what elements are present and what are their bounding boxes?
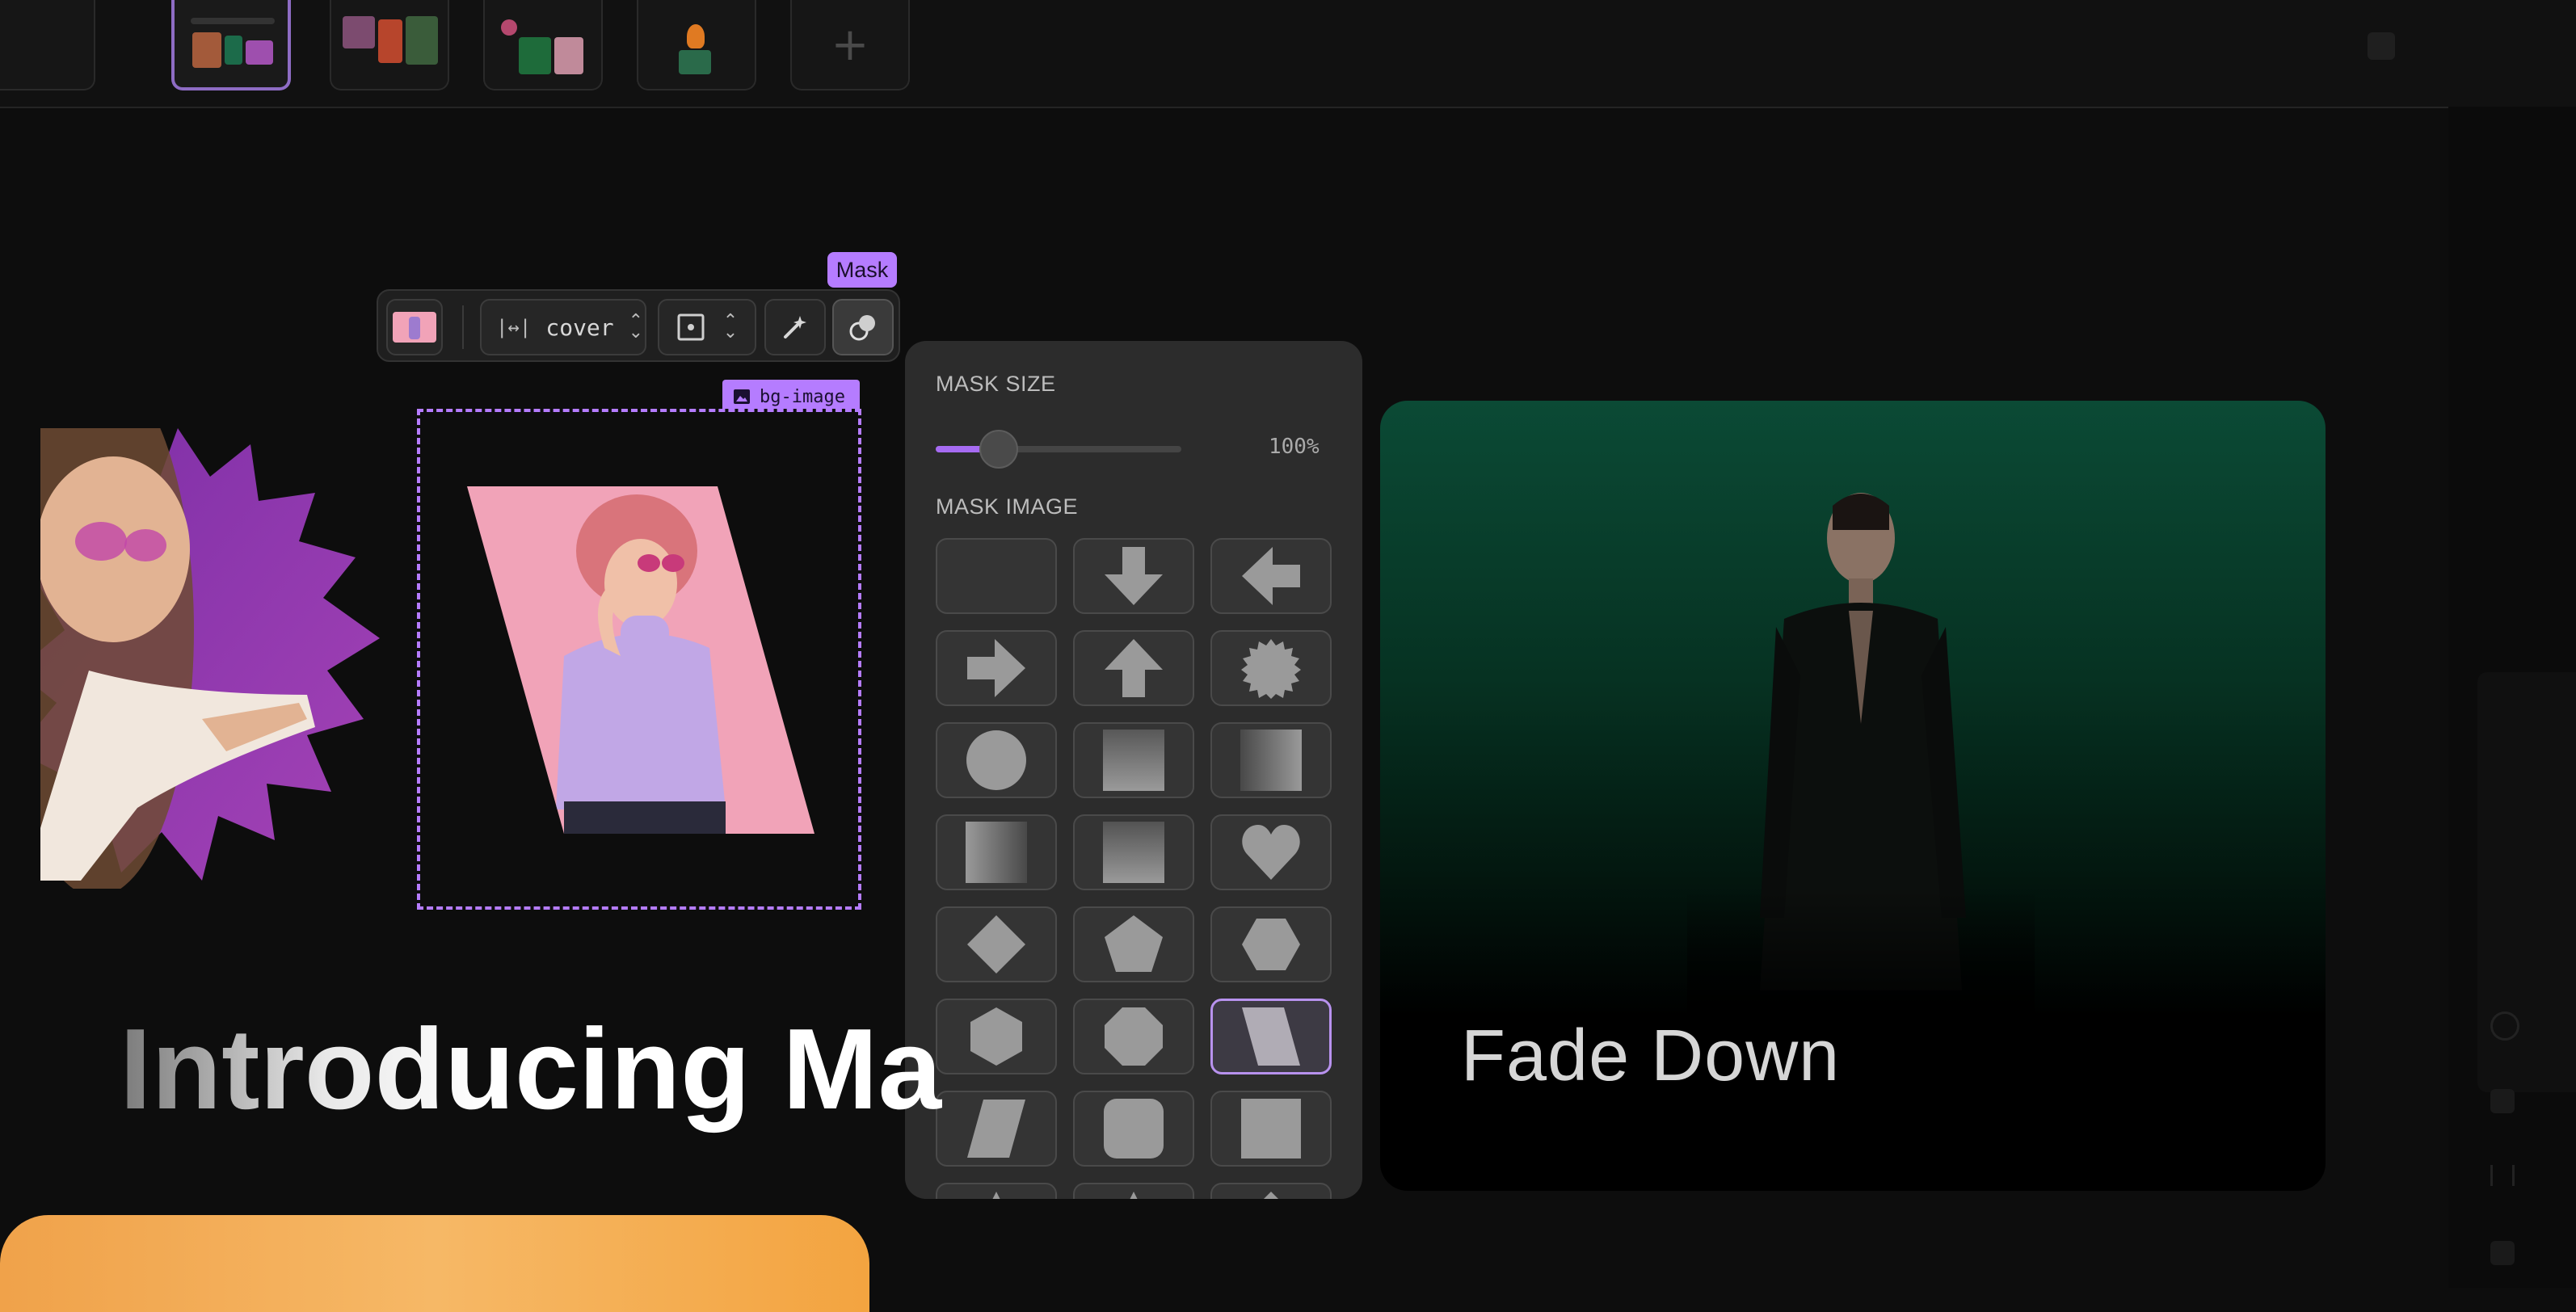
mask-option-gradient-left[interactable] — [936, 814, 1057, 890]
mask-option-triangle[interactable] — [936, 1183, 1057, 1199]
mask-size-value: 100% — [1269, 435, 1320, 459]
mask-option-parallelogram-left[interactable] — [936, 1091, 1057, 1167]
position-center-icon — [677, 313, 705, 341]
slide-thumbnail-4[interactable] — [483, 0, 603, 90]
gradient-fade-right-icon — [1240, 730, 1302, 791]
mask-tooltip: Mask — [827, 252, 897, 288]
heart-icon — [1242, 825, 1300, 880]
arrow-up-icon — [1105, 639, 1163, 697]
panel-toggle-icon[interactable] — [2368, 32, 2395, 60]
orange-shape[interactable] — [0, 1215, 869, 1312]
arrow-left-icon — [1242, 547, 1300, 605]
rounded-square-icon — [1104, 1099, 1164, 1159]
image-toolbar: |↔| cover ⌃ ⌄ ⌃ ⌄ — [377, 289, 900, 362]
circle-icon — [966, 730, 1026, 790]
gradient-fade-down-icon — [1103, 730, 1164, 791]
mask-option-gradient-right[interactable] — [1210, 722, 1332, 798]
card-title: Fade Down — [1461, 1016, 1841, 1096]
mask-option-gradient-top[interactable] — [1073, 722, 1194, 798]
toolbar-divider — [462, 305, 464, 349]
mask-option-octagon[interactable] — [1073, 999, 1194, 1074]
mask-option-triangle-2[interactable] — [1073, 1183, 1194, 1199]
chevron-updown-icon: ⌃ ⌄ — [628, 311, 644, 343]
image-icon — [734, 389, 750, 404]
mask-popover: MASK SIZE 100% MASK IMAGE — [905, 341, 1362, 1199]
slide-thumbnail-2[interactable] — [171, 0, 291, 90]
mask-button[interactable] — [832, 299, 894, 355]
model-photo — [1687, 465, 2035, 1031]
mask-option-arrow-left[interactable] — [1210, 538, 1332, 614]
triangle-icon — [1130, 1192, 1138, 1199]
gradient-fade-left-icon — [966, 822, 1027, 883]
mask-option-diamond[interactable] — [936, 906, 1057, 982]
fade-down-card[interactable]: Fade Down — [1380, 401, 2326, 1191]
slide-thumbnail-3[interactable] — [330, 0, 449, 90]
triangle-icon — [992, 1192, 1000, 1199]
image-icon — [2490, 1089, 2515, 1113]
add-slide-button[interactable]: + — [790, 0, 910, 90]
mask-option-arrow-down[interactable] — [1073, 538, 1194, 614]
layer-icon — [2490, 1241, 2515, 1265]
gradient-fade-up-icon — [1103, 822, 1164, 883]
octagon-icon — [1105, 1007, 1163, 1066]
mask-icon — [849, 315, 875, 341]
arrow-down-icon — [1105, 547, 1163, 605]
globe-icon — [2490, 1011, 2519, 1041]
mask-option-burst[interactable] — [1210, 630, 1332, 706]
position-select[interactable]: ⌃ ⌄ — [658, 299, 756, 355]
hexagon-vertical-icon — [970, 1007, 1022, 1066]
mask-size-slider-handle[interactable] — [979, 430, 1018, 469]
diamond-icon — [967, 915, 1025, 973]
mask-option-arrow-right[interactable] — [936, 630, 1057, 706]
mask-option-arrow-head[interactable] — [1210, 1183, 1332, 1199]
plus-icon: + — [831, 18, 869, 71]
image-thumbnail-button[interactable] — [386, 299, 443, 355]
pentagon-icon — [1105, 915, 1163, 972]
mask-option-hexagon-pointy[interactable] — [936, 999, 1057, 1074]
parallelogram-icon — [1242, 1007, 1300, 1066]
properties-panel — [2448, 107, 2576, 1288]
slide-thumbnail-5[interactable] — [637, 0, 756, 90]
fit-width-icon: |↔| — [496, 316, 532, 339]
mask-option-hexagon-flat[interactable] — [1210, 906, 1332, 982]
masked-image[interactable] — [467, 486, 814, 834]
mask-option-heart[interactable] — [1210, 814, 1332, 890]
magic-wand-icon — [784, 316, 806, 339]
mask-option-none[interactable] — [936, 538, 1057, 614]
chevron-up-icon — [1264, 1192, 1278, 1199]
effects-button[interactable] — [764, 299, 826, 355]
mask-option-pentagon[interactable] — [1073, 906, 1194, 982]
mask-option-arrow-up[interactable] — [1073, 630, 1194, 706]
chevron-updown-icon: ⌃ ⌄ — [722, 311, 739, 343]
burst-icon — [1241, 639, 1301, 699]
parallelogram-left-icon — [967, 1100, 1025, 1158]
slide-thumbnail-1[interactable] — [0, 0, 95, 90]
mask-option-circle[interactable] — [936, 722, 1057, 798]
mask-option-square[interactable] — [1210, 1091, 1332, 1167]
width-icon — [2490, 1165, 2515, 1186]
element-label-text: bg-image — [760, 386, 845, 407]
mask-size-heading: MASK SIZE — [936, 372, 1056, 396]
square-icon — [1241, 1099, 1301, 1159]
arrow-right-icon — [967, 639, 1025, 697]
fit-select[interactable]: |↔| cover ⌃ ⌄ — [480, 299, 646, 355]
mask-option-parallelogram-right[interactable] — [1210, 999, 1332, 1074]
mask-option-gradient-bottom[interactable] — [1073, 814, 1194, 890]
slide-thumbnail-strip: + — [0, 0, 2576, 108]
mask-image-heading: MASK IMAGE — [936, 494, 1079, 519]
mask-option-rounded-square[interactable] — [1073, 1091, 1194, 1167]
fit-select-value: cover — [545, 313, 614, 341]
image-preview-icon — [393, 312, 436, 343]
hexagon-icon — [1242, 919, 1300, 970]
slide-headline[interactable]: Introducing Ma — [120, 1003, 942, 1136]
burst-mask-image — [40, 428, 380, 889]
